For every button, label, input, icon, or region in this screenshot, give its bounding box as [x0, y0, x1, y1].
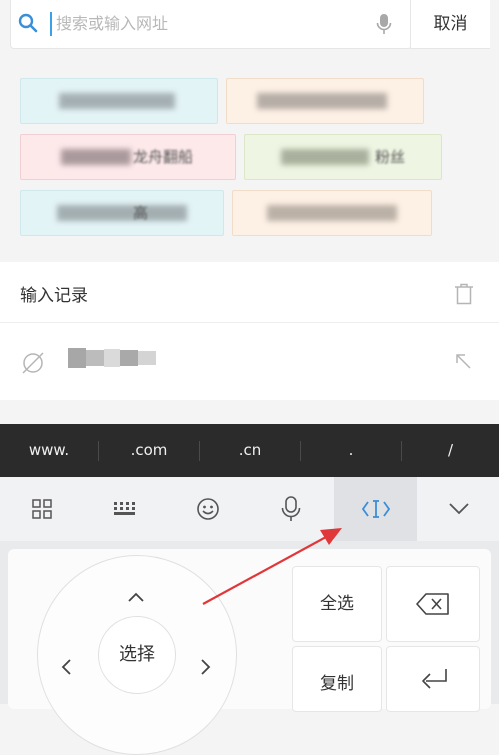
suggestion-text: 龙舟翻船: [133, 148, 194, 166]
chevron-down-icon: [448, 503, 469, 515]
text-cursor: [50, 12, 52, 36]
suggestion-text: 粉丝: [375, 148, 406, 166]
suggestion-chip[interactable]: [226, 78, 424, 124]
select-button[interactable]: 选择: [98, 616, 176, 694]
microphone-icon[interactable]: [376, 13, 392, 35]
cursor-edit-button[interactable]: [334, 477, 417, 541]
enter-button[interactable]: [386, 646, 480, 712]
shortcut-www[interactable]: www.: [0, 424, 98, 477]
cancel-button[interactable]: 取消: [410, 0, 490, 49]
history-item-text[interactable]: [68, 346, 158, 370]
shortcut-slash[interactable]: /: [402, 424, 499, 477]
search-input[interactable]: 搜索或输入网址: [56, 12, 168, 36]
arrow-up-left-icon[interactable]: [454, 352, 472, 370]
suggestion-text: 高: [133, 204, 149, 222]
keyboard-layout-button[interactable]: [83, 477, 166, 541]
suggestion-chip[interactable]: [20, 78, 218, 124]
grid-icon: [31, 499, 52, 519]
menu-grid-button[interactable]: [0, 477, 83, 541]
arrow-up-icon[interactable]: [126, 587, 146, 607]
globe-icon: [22, 352, 44, 374]
history-title: 输入记录: [20, 286, 88, 306]
enter-icon: [422, 669, 447, 689]
suggestion-chip[interactable]: 高: [20, 190, 224, 236]
arrow-left-icon[interactable]: [57, 657, 77, 677]
arrow-right-icon[interactable]: [195, 657, 215, 677]
suggestion-chip[interactable]: [232, 190, 432, 236]
voice-input-button[interactable]: [249, 477, 332, 541]
copy-button[interactable]: 复制: [292, 646, 382, 712]
search-icon: [18, 13, 38, 33]
shortcut-dot[interactable]: .: [301, 424, 401, 477]
microphone-icon: [281, 496, 300, 521]
divider: [0, 322, 499, 323]
trash-icon[interactable]: [454, 283, 474, 305]
emoji-button[interactable]: [166, 477, 249, 541]
suggestion-chip[interactable]: 粉丝: [244, 134, 442, 180]
suggestion-chip[interactable]: 龙舟翻船: [20, 134, 236, 180]
select-all-button[interactable]: 全选: [292, 566, 382, 642]
shortcut-com[interactable]: .com: [99, 424, 199, 477]
backspace-icon: [416, 593, 449, 615]
smiley-icon: [196, 498, 219, 520]
text-cursor-icon: [361, 500, 390, 518]
keyboard-icon: [113, 502, 135, 515]
backspace-button[interactable]: [386, 566, 480, 642]
history-spacer: [0, 400, 499, 424]
collapse-keyboard-button[interactable]: [417, 477, 499, 541]
suggestion-area: 龙舟翻船 粉丝 高: [0, 60, 499, 260]
shortcut-cn[interactable]: .cn: [200, 424, 300, 477]
